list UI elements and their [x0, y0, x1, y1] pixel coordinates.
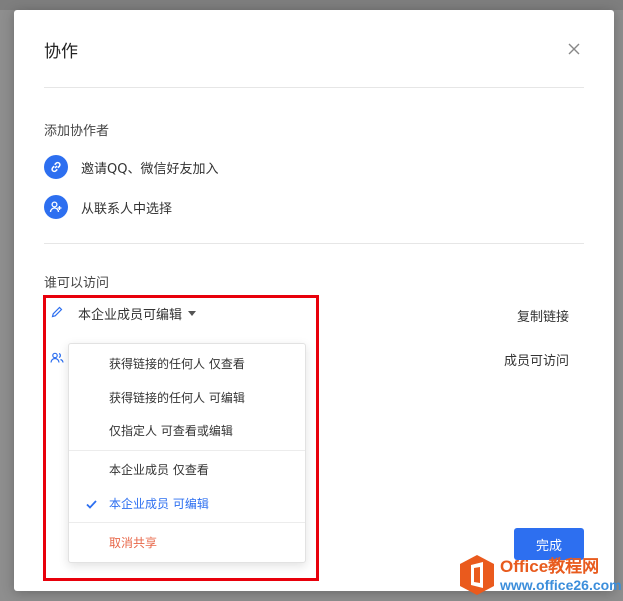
section-divider [44, 243, 584, 244]
close-icon[interactable] [566, 41, 582, 57]
choose-contacts-label: 从联系人中选择 [81, 201, 173, 217]
who-can-access-label: 谁可以访问 [44, 276, 110, 291]
office-logo-icon [460, 554, 494, 595]
members-access-button[interactable]: 成员可访问 [504, 350, 569, 369]
choose-contacts-button[interactable]: 从联系人中选择 [44, 195, 172, 219]
add-collaborators-label: 添加协作者 [44, 124, 110, 139]
watermark-url: www.office26.com [500, 576, 622, 593]
watermark: Office教程网 www.office26.com [458, 548, 623, 601]
highlight-annotation [43, 295, 319, 581]
invite-wechat-button[interactable]: 邀请QQ、微信好友加入 [44, 155, 218, 179]
add-user-icon [44, 195, 68, 219]
invite-wechat-label: 邀请QQ、微信好友加入 [81, 161, 219, 177]
dialog-title: 协作 [44, 42, 78, 62]
watermark-title: Office教程网 [500, 556, 600, 576]
link-icon [44, 155, 68, 179]
header-divider [44, 87, 584, 88]
copy-link-button[interactable]: 复制链接 [517, 306, 569, 325]
backdrop [0, 0, 623, 10]
